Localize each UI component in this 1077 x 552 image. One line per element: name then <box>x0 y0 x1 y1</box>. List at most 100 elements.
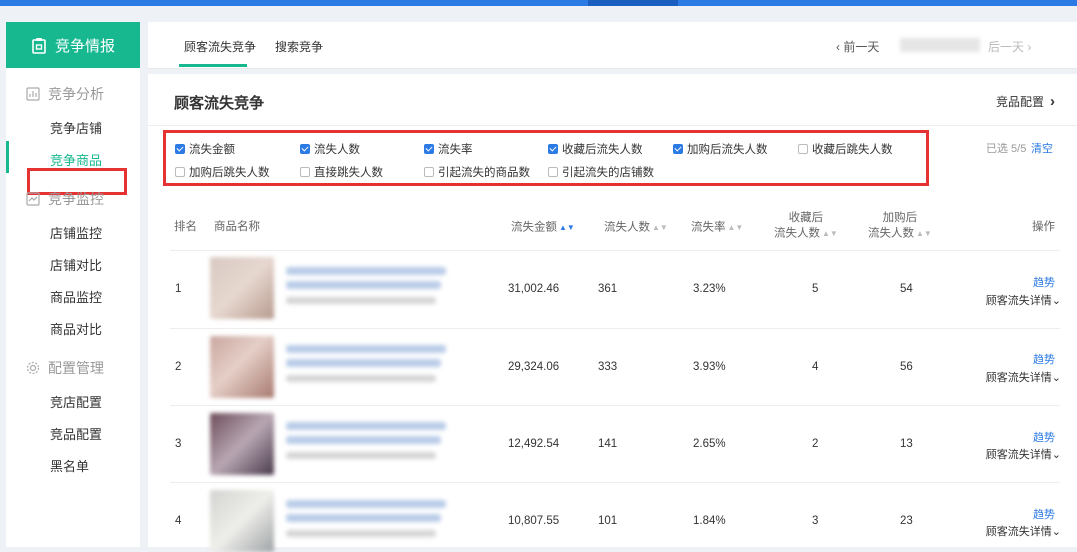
tab-search-competition[interactable]: 搜索竞争 <box>275 38 323 55</box>
sidebar-item-competitor-shops[interactable]: 竞争店铺 <box>50 118 102 137</box>
main-panel: 顾客流失竞争 竞品配置 › 流失金额 流失人数 流失率 收藏后流失人数 加购后流… <box>148 74 1077 552</box>
product-thumbnail[interactable] <box>210 336 274 398</box>
rate-cell: 3.23% <box>693 283 726 295</box>
next-day-button[interactable]: 后一天 › <box>988 38 1031 55</box>
product-name-blurred[interactable] <box>286 514 441 522</box>
product-name-blurred[interactable] <box>286 345 446 353</box>
row-divider <box>170 328 1060 329</box>
product-name-blurred[interactable] <box>286 500 446 508</box>
column-header-amount[interactable]: 流失金额 ▲▼ <box>511 220 575 236</box>
sidebar-group-label: 竞争监控 <box>48 191 104 207</box>
product-name-blurred[interactable] <box>286 422 446 430</box>
product-name-blurred[interactable] <box>286 267 446 275</box>
sort-icon: ▲▼ <box>916 229 932 238</box>
product-meta-blurred <box>286 530 436 537</box>
filter-highlight-box <box>163 130 929 186</box>
sidebar: 竞争情报 竞争分析 竞争店铺 竞争商品 竞争监控 店铺监控 店铺对比 商品监控 … <box>6 22 140 547</box>
date-picker[interactable] <box>900 38 980 52</box>
rate-cell: 1.84% <box>693 515 726 527</box>
column-header-count[interactable]: 流失人数 ▲▼ <box>604 220 668 236</box>
product-thumbnail[interactable] <box>210 490 274 552</box>
sidebar-group-config[interactable]: 配置管理 <box>26 358 104 378</box>
rate-cell: 2.65% <box>693 438 726 450</box>
prev-day-button[interactable]: ‹ 前一天 <box>836 38 879 55</box>
cart-cell: 56 <box>900 361 913 373</box>
sidebar-item-shop-config[interactable]: 竞店配置 <box>50 392 102 411</box>
amount-cell: 31,002.46 <box>508 283 560 295</box>
product-name-blurred[interactable] <box>286 359 441 367</box>
column-header-rank: 排名 <box>174 221 197 233</box>
clear-button[interactable]: 清空 <box>1031 140 1053 156</box>
monitor-icon <box>26 192 40 206</box>
rank-cell: 2 <box>175 361 182 373</box>
top-bar-segment <box>588 0 678 6</box>
cart-cell: 54 <box>900 283 913 295</box>
tab-customer-churn[interactable]: 顾客流失竞争 <box>184 38 256 55</box>
column-header-cart[interactable]: 加购后 流失人数 ▲▼ <box>868 211 932 242</box>
sidebar-active-indicator <box>6 141 9 173</box>
sidebar-item-product-config[interactable]: 竞品配置 <box>50 424 102 443</box>
sort-desc-icon: ▲▼ <box>559 223 575 232</box>
row-divider <box>170 482 1060 483</box>
sidebar-item-shop-monitor[interactable]: 店铺监控 <box>50 223 102 242</box>
product-meta-blurred <box>286 375 436 382</box>
count-cell: 141 <box>598 438 618 450</box>
fav-cell: 3 <box>812 515 819 527</box>
tab-active-underline <box>179 64 247 67</box>
sidebar-item-competitor-products[interactable]: 竞争商品 <box>50 150 102 169</box>
row-divider <box>170 250 1060 251</box>
cart-cell: 13 <box>900 438 913 450</box>
churn-detail-dropdown[interactable]: 顾客流失详情⌄ <box>986 292 1061 308</box>
product-thumbnail[interactable] <box>210 257 274 319</box>
gear-icon <box>26 361 40 375</box>
sort-icon: ▲▼ <box>652 223 668 232</box>
sidebar-group-label: 配置管理 <box>48 360 104 376</box>
trend-link[interactable]: 趋势 <box>1033 429 1055 445</box>
rank-cell: 1 <box>175 283 182 295</box>
sidebar-item-shop-compare[interactable]: 店铺对比 <box>50 255 102 274</box>
chevron-right-icon: › <box>1024 40 1032 54</box>
column-header-name: 商品名称 <box>214 221 260 233</box>
churn-detail-dropdown[interactable]: 顾客流失详情⌄ <box>986 446 1061 462</box>
fav-cell: 5 <box>812 283 819 295</box>
row-divider <box>170 405 1060 406</box>
rank-cell: 3 <box>175 438 182 450</box>
count-cell: 333 <box>598 361 618 373</box>
column-header-op: 操作 <box>1032 221 1055 233</box>
count-cell: 361 <box>598 283 618 295</box>
cart-cell: 23 <box>900 515 913 527</box>
page-title: 顾客流失竞争 <box>174 95 265 112</box>
divider <box>148 125 1077 126</box>
amount-cell: 10,807.55 <box>508 515 560 527</box>
product-name-blurred[interactable] <box>286 436 441 444</box>
churn-detail-dropdown[interactable]: 顾客流失详情⌄ <box>986 523 1061 539</box>
sidebar-item-product-monitor[interactable]: 商品监控 <box>50 287 102 306</box>
trend-link[interactable]: 趋势 <box>1033 506 1055 522</box>
fav-cell: 4 <box>812 361 819 373</box>
sort-icon: ▲▼ <box>822 229 838 238</box>
count-cell: 101 <box>598 515 618 527</box>
sidebar-header-label: 竞争情报 <box>54 37 115 55</box>
top-bar <box>0 0 1077 6</box>
product-meta-blurred <box>286 297 436 304</box>
column-header-rate[interactable]: 流失率 ▲▼ <box>691 220 743 236</box>
trend-link[interactable]: 趋势 <box>1033 351 1055 367</box>
sidebar-group-analysis[interactable]: 竞争分析 <box>26 84 104 104</box>
product-name-blurred[interactable] <box>286 281 441 289</box>
clipboard-icon <box>32 37 46 54</box>
chevron-right-icon: › <box>1050 93 1055 110</box>
chevron-down-icon: ⌄ <box>1051 372 1061 384</box>
amount-cell: 12,492.54 <box>508 438 560 450</box>
fav-cell: 2 <box>812 438 819 450</box>
product-config-link[interactable]: 竞品配置 › <box>996 93 1055 110</box>
column-header-fav[interactable]: 收藏后 流失人数 ▲▼ <box>774 211 838 242</box>
churn-detail-dropdown[interactable]: 顾客流失详情⌄ <box>986 369 1061 385</box>
sidebar-header[interactable]: 竞争情报 <box>6 22 140 68</box>
selected-count: 已选 5/5 <box>986 143 1027 155</box>
product-thumbnail[interactable] <box>210 413 274 475</box>
chart-icon <box>26 87 40 101</box>
sidebar-group-monitor[interactable]: 竞争监控 <box>26 189 104 209</box>
sidebar-item-blacklist[interactable]: 黑名单 <box>50 456 89 475</box>
sidebar-item-product-compare[interactable]: 商品对比 <box>50 319 102 338</box>
trend-link[interactable]: 趋势 <box>1033 274 1055 290</box>
